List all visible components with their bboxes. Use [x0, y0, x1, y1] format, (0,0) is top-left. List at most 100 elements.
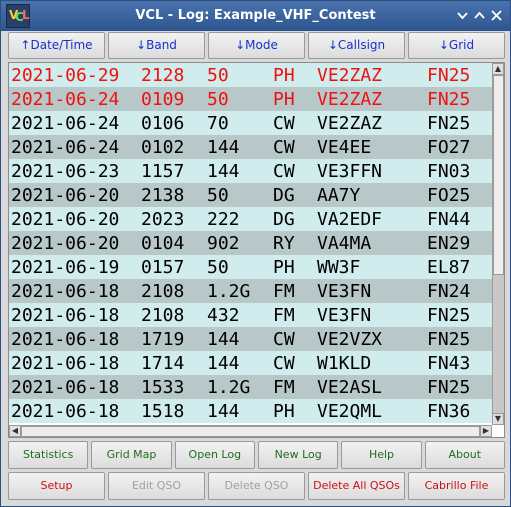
- qso-band: 222: [207, 208, 240, 230]
- qso-mode: FM: [273, 376, 295, 398]
- sort-date-time-button[interactable]: ↑Date/Time: [8, 32, 105, 59]
- qso-row[interactable]: 2021-06-24 0109 50 PH VE2ZAZ FN25: [9, 87, 492, 111]
- qso-mode: PH: [273, 400, 295, 422]
- qso-grid: FN24: [427, 280, 471, 302]
- qso-mode: PH: [273, 64, 295, 86]
- qso-mode: CW: [273, 160, 295, 182]
- qso-date: 2021-06-24: [11, 112, 120, 134]
- qso-time: 2023: [141, 208, 185, 230]
- qso-grid: FN25: [427, 328, 471, 350]
- help-button[interactable]: Help: [341, 441, 422, 469]
- qso-band: 902: [207, 232, 240, 254]
- qso-date: 2021-06-18: [11, 400, 120, 422]
- qso-grid: FN43: [427, 352, 471, 374]
- qso-callsign: VE2ZAZ: [317, 88, 383, 110]
- qso-callsign: VE2ASL: [317, 376, 383, 398]
- qso-row[interactable]: 2021-06-18 1533 1.2G FM VE2ASL FN25: [9, 375, 492, 399]
- qso-grid: FN25: [427, 64, 471, 86]
- qso-row[interactable]: 2021-06-20 0104 902 RY VA4MA EN29: [9, 231, 492, 255]
- qso-callsign: VA4MA: [317, 232, 372, 254]
- qso-callsign: VE2QML: [317, 400, 383, 422]
- qso-grid: FN25: [427, 88, 471, 110]
- qso-callsign: AA7Y: [317, 184, 361, 206]
- qso-grid: FN25: [427, 112, 471, 134]
- qso-date: 2021-06-18: [11, 376, 120, 398]
- qso-list[interactable]: 2021-06-29 2128 50 PH VE2ZAZ FN25 2021-06-24 01…: [9, 63, 492, 425]
- qso-time: 2138: [141, 184, 185, 206]
- sort-band-button[interactable]: ↓Band: [108, 32, 205, 59]
- qso-time: 1714: [141, 352, 185, 374]
- open-log-button[interactable]: Open Log: [174, 441, 255, 469]
- qso-grid: EN29: [427, 232, 471, 254]
- qso-mode: FM: [273, 304, 295, 326]
- minimize-icon[interactable]: [456, 9, 469, 22]
- qso-time: 1533: [141, 376, 185, 398]
- main-window: V C L VCL - Log: Example_VHF_Contest ↑Da…: [0, 0, 511, 507]
- new-log-button[interactable]: New Log: [257, 441, 339, 469]
- qso-callsign: VA2EDF: [317, 208, 383, 230]
- qso-row[interactable]: 2021-06-24 0102 144 CW VE4EE FO27: [9, 135, 492, 159]
- column-header-bar: ↑Date/Time ↓Band ↓Mode ↓Callsign ↓Grid: [8, 32, 505, 59]
- qso-date: 2021-06-29: [11, 64, 120, 86]
- qso-row[interactable]: 2021-06-18 2108 432 FM VE3FN FN25: [9, 303, 492, 327]
- scroll-right-arrow-icon[interactable]: ▶: [480, 425, 492, 437]
- qso-row[interactable]: 2021-06-20 2023 222 DG VA2EDF FN44: [9, 207, 492, 231]
- qso-row[interactable]: 2021-06-18 2108 1.2G FM VE3FN FN24: [9, 279, 492, 303]
- qso-row[interactable]: 2021-06-24 0106 70 CW VE2ZAZ FN25: [9, 111, 492, 135]
- qso-row[interactable]: 2021-06-23 1157 144 CW VE3FFN FN03: [9, 159, 492, 183]
- qso-row[interactable]: 2021-06-19 0157 50 PH WW3F EL87: [9, 255, 492, 279]
- qso-date: 2021-06-18: [11, 304, 120, 326]
- qso-row[interactable]: 2021-06-20 2138 50 DG AA7Y FO25: [9, 183, 492, 207]
- cabrillo-file-button[interactable]: Cabrillo File: [408, 472, 505, 500]
- qso-callsign: VE2VZX: [317, 328, 383, 350]
- title-bar[interactable]: V C L VCL - Log: Example_VHF_Contest: [1, 1, 510, 31]
- qso-time: 2108: [141, 280, 185, 302]
- delete-all-qsos-button[interactable]: Delete All QSOs: [308, 472, 405, 500]
- horizontal-scrollbar[interactable]: ◀ ▶: [9, 425, 492, 437]
- qso-mode: DG: [273, 184, 295, 206]
- horizontal-scroll-thumb[interactable]: [21, 426, 480, 437]
- qso-row[interactable]: 2021-06-18 1719 144 CW VE2VZX FN25: [9, 327, 492, 351]
- qso-band: 144: [207, 160, 240, 182]
- qso-band: 1.2G: [207, 280, 251, 302]
- qso-grid: EL87: [427, 256, 471, 278]
- qso-callsign: VE3FFN: [317, 160, 383, 182]
- qso-grid: FN03: [427, 160, 471, 182]
- qso-time: 0157: [141, 256, 185, 278]
- qso-time: 1719: [141, 328, 185, 350]
- qso-band: 1.2G: [207, 376, 251, 398]
- qso-callsign: WW3F: [317, 256, 361, 278]
- scroll-down-arrow-icon[interactable]: ▼: [492, 413, 504, 425]
- button-row-top: Statistics Grid Map Open Log New Log Help Abo…: [8, 441, 505, 469]
- grid-map-button[interactable]: Grid Map: [91, 441, 172, 469]
- qso-band: 70: [207, 112, 229, 134]
- sort-mode-button[interactable]: ↓Mode: [208, 32, 305, 59]
- qso-date: 2021-06-23: [11, 160, 120, 182]
- statistics-button[interactable]: Statistics: [8, 441, 89, 469]
- qso-time: 0109: [141, 88, 185, 110]
- qso-row[interactable]: 2021-06-18 1518 144 PH VE2QML FN36: [9, 399, 492, 423]
- qso-band: 144: [207, 400, 240, 422]
- qso-callsign: W1KLD: [317, 352, 372, 374]
- close-icon[interactable]: [490, 9, 503, 22]
- scroll-up-arrow-icon[interactable]: ▲: [492, 63, 504, 75]
- vertical-scroll-thumb[interactable]: [493, 75, 504, 275]
- vertical-scrollbar[interactable]: ▲ ▼: [492, 63, 504, 425]
- setup-button[interactable]: Setup: [8, 472, 105, 500]
- qso-mode: CW: [273, 352, 295, 374]
- maximize-icon[interactable]: [473, 9, 486, 22]
- sort-grid-button[interactable]: ↓Grid: [408, 32, 505, 59]
- qso-row[interactable]: 2021-06-29 2128 50 PH VE2ZAZ FN25: [9, 63, 492, 87]
- qso-row[interactable]: 2021-06-18 1714 144 CW W1KLD FN43: [9, 351, 492, 375]
- qso-grid: FN36: [427, 400, 471, 422]
- qso-band: 144: [207, 328, 240, 350]
- scroll-left-arrow-icon[interactable]: ◀: [9, 425, 21, 437]
- qso-callsign: VE3FN: [317, 280, 372, 302]
- about-button[interactable]: About: [424, 441, 505, 469]
- qso-date: 2021-06-18: [11, 328, 120, 350]
- qso-date: 2021-06-18: [11, 352, 120, 374]
- qso-time: 0104: [141, 232, 185, 254]
- sort-callsign-button[interactable]: ↓Callsign: [308, 32, 405, 59]
- qso-date: 2021-06-18: [11, 280, 120, 302]
- qso-callsign: VE2ZAZ: [317, 64, 383, 86]
